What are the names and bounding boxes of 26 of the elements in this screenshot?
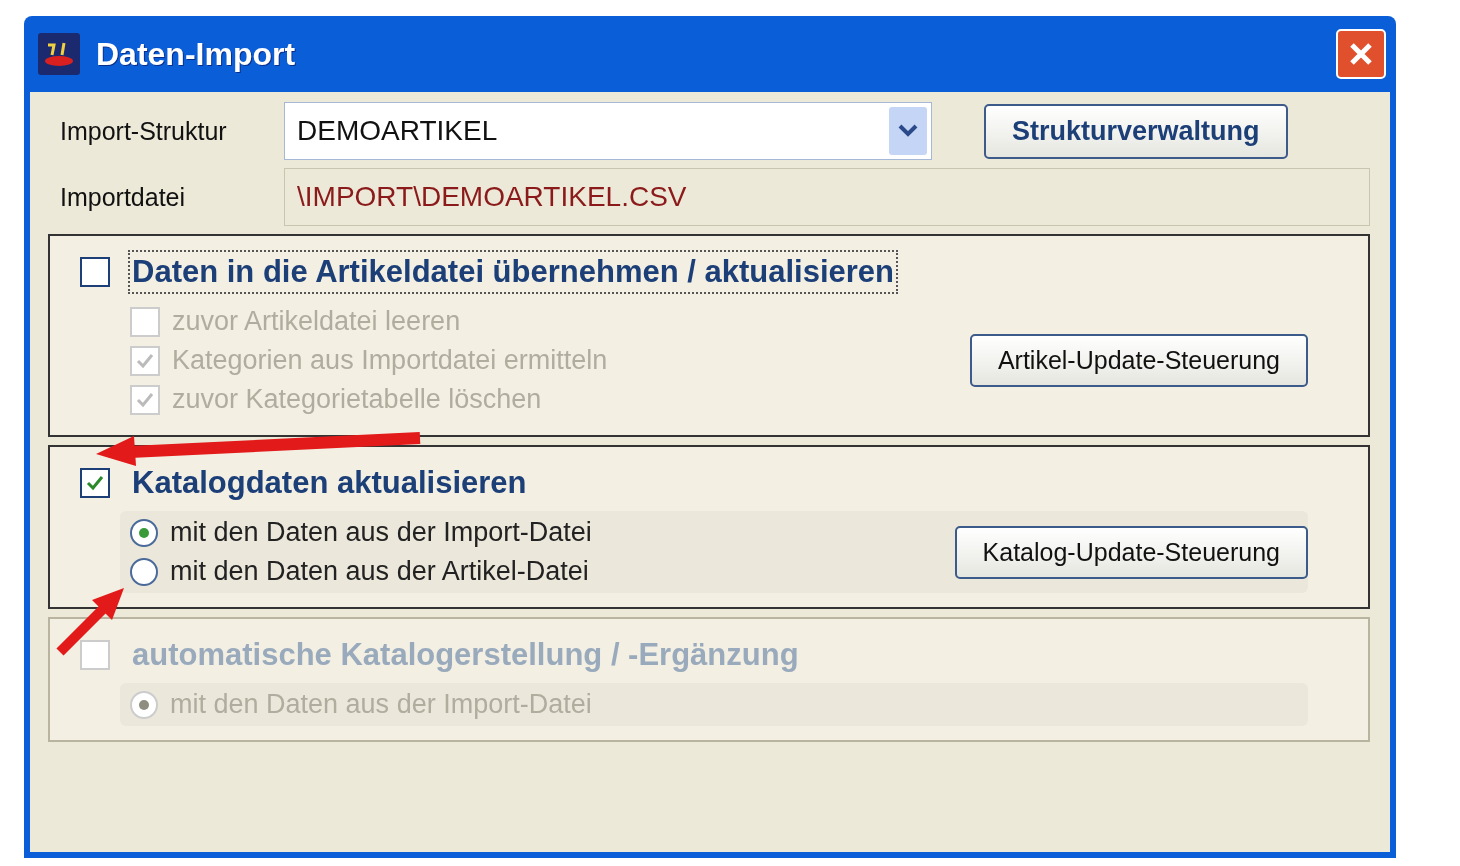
- dropdown-field[interactable]: DEMOARTIKEL: [284, 102, 932, 160]
- checkmark-icon: [85, 473, 105, 493]
- radio-label: mit den Daten aus der Artikel-Datei: [170, 556, 589, 587]
- checkbox[interactable]: [80, 468, 110, 498]
- dropdown-chevron-icon[interactable]: [889, 107, 927, 155]
- group-title: Katalogdaten aktualisieren: [131, 464, 528, 502]
- group-title: automatische Katalogerstellung / -Ergänzung: [131, 636, 800, 674]
- close-button[interactable]: [1336, 29, 1386, 79]
- radio-button[interactable]: [130, 518, 158, 547]
- checkbox-label: zuvor Kategorietabelle löschen: [172, 384, 542, 415]
- field-label: Importdatei: [59, 182, 187, 212]
- radio-label: mit den Daten aus der Import-Datei: [170, 517, 592, 548]
- radio-button[interactable]: [130, 557, 158, 586]
- field-label: Import-Struktur: [59, 116, 228, 146]
- app-logo-icon: [38, 33, 80, 75]
- structure-button[interactable]: Strukturverwaltung: [984, 103, 1288, 159]
- pointer-arrow: [56, 588, 124, 656]
- file-path-field[interactable]: \IMPORT\DEMOARTIKEL.CSV: [284, 168, 1370, 226]
- window-title: Daten-Import: [96, 35, 297, 73]
- checkbox[interactable]: [80, 257, 110, 287]
- radio-label: mit den Daten aus der Import-Datei: [170, 689, 592, 720]
- checkbox-label: Kategorien aus Importdatei ermitteln: [172, 345, 608, 376]
- update-control-button[interactable]: Artikel-Update-Steuerung: [969, 334, 1308, 387]
- checkbox-label: zuvor Artikeldatei leeren: [172, 306, 461, 337]
- update-control-button[interactable]: Katalog-Update-Steuerung: [954, 525, 1308, 579]
- group-title: Daten in die Artikeldatei übernehmen / aktualisieren: [128, 250, 898, 294]
